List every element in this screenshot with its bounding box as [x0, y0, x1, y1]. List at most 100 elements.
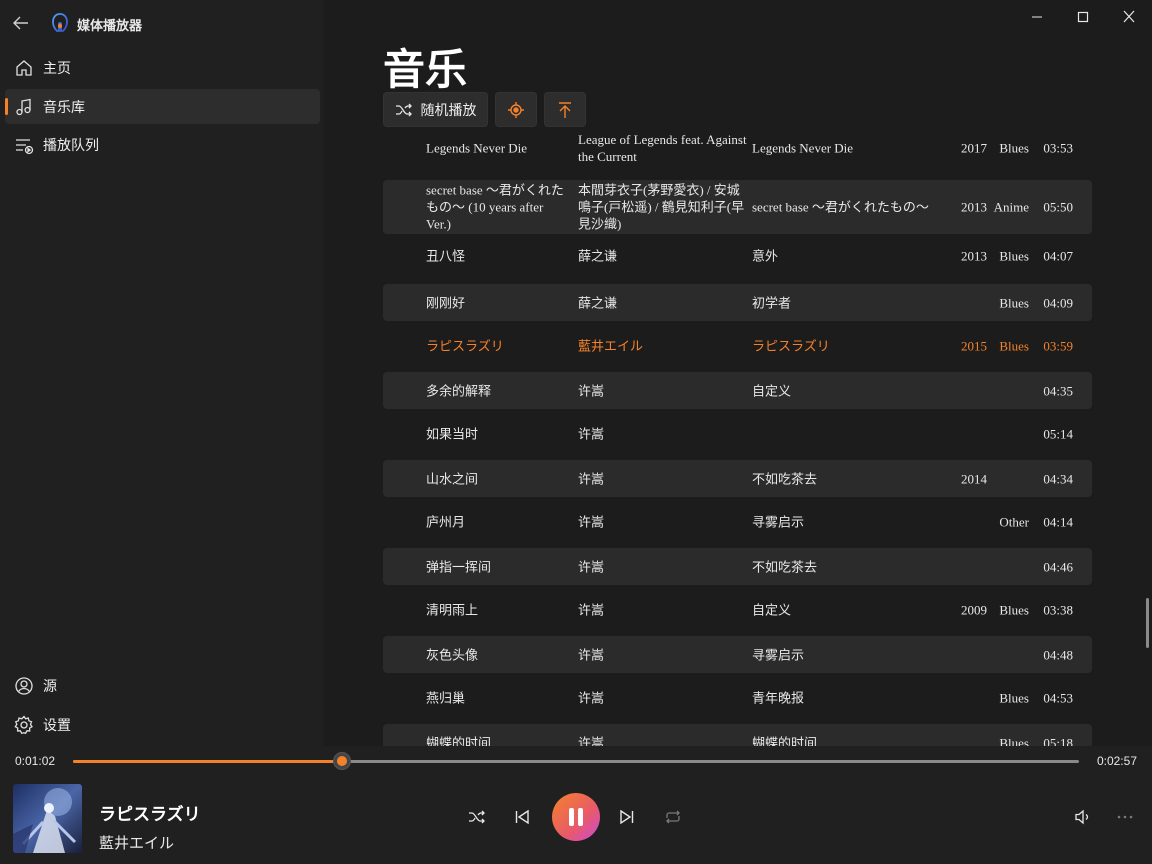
track-album: 寻雾启示 — [752, 514, 805, 530]
track-album: ラピスラズリ — [752, 338, 830, 354]
maximize-icon[interactable] — [1071, 6, 1095, 28]
scroll-to-top-button[interactable] — [544, 92, 586, 127]
repeat-icon — [666, 810, 680, 824]
target-icon — [508, 101, 524, 118]
track-genre: Anime — [993, 199, 1029, 215]
track-album: 自定义 — [752, 602, 792, 618]
track-row[interactable]: 庐州月 许嵩 寻雾启示 Other 04:14 — [383, 504, 1092, 540]
track-row[interactable]: 如果当时 许嵩 05:14 — [383, 416, 1092, 452]
track-genre: Blues — [999, 690, 1029, 706]
shuffle-button[interactable] — [466, 807, 488, 827]
track-duration: 05:50 — [1043, 199, 1073, 215]
track-genre: Blues — [999, 140, 1029, 156]
track-artist: 本間芽衣子(茅野愛衣) / 安城鳴子(戸松遥) / 鶴見知利子(早見沙織) — [578, 182, 745, 232]
track-row[interactable]: 燕归巢 许嵩 青年晚报 Blues 04:53 — [383, 680, 1092, 716]
nav-item-settings[interactable]: 设置 — [5, 707, 320, 742]
track-artist: 许嵩 — [578, 735, 605, 746]
track-row[interactable]: ラピスラズリ 藍井エイル ラピスラズリ 2015 Blues 03:59 — [383, 328, 1092, 364]
track-duration: 03:53 — [1043, 140, 1073, 156]
album-cover[interactable] — [13, 784, 82, 853]
locate-current-button[interactable] — [495, 92, 537, 127]
track-year: 2015 — [961, 338, 987, 354]
album-art-image — [13, 784, 82, 853]
progress-fill — [73, 760, 342, 763]
track-album: 不如吃茶去 — [752, 559, 818, 574]
pause-icon — [569, 808, 583, 826]
next-button[interactable] — [616, 807, 638, 827]
nav-item-home[interactable]: 主页 — [5, 50, 320, 85]
track-album: 蝴蝶的时间 — [752, 735, 818, 746]
track-title: 刚刚好 — [426, 295, 466, 310]
track-row[interactable]: 山水之间 许嵩 不如吃茶去 2014 04:34 — [383, 460, 1092, 497]
more-options-button[interactable] — [1114, 807, 1136, 827]
track-duration: 04:48 — [1043, 647, 1073, 662]
skip-next-icon — [620, 809, 634, 825]
track-year: 2009 — [961, 602, 987, 618]
track-year: 2013 — [961, 199, 987, 215]
track-artist: 许嵩 — [578, 471, 605, 486]
track-album: Legends Never Die — [752, 140, 854, 156]
close-icon[interactable] — [1117, 6, 1141, 28]
track-row[interactable]: secret base ～君がくれたもの～ (10 years after Ve… — [383, 180, 1092, 234]
track-artist: 许嵩 — [578, 602, 605, 618]
track-year: 2013 — [961, 248, 987, 264]
track-row[interactable]: Legends Never Die League of Legends feat.… — [383, 131, 1092, 177]
track-album: 青年晚报 — [752, 690, 805, 706]
track-title: 山水之间 — [426, 471, 479, 486]
track-duration: 04:46 — [1043, 559, 1073, 574]
play-pause-button[interactable] — [552, 793, 600, 841]
now-playing-title[interactable]: ラピスラズリ — [99, 800, 201, 825]
track-duration: 05:14 — [1043, 426, 1073, 442]
active-indicator — [5, 98, 8, 115]
repeat-button[interactable] — [662, 807, 684, 827]
track-title: 如果当时 — [426, 426, 479, 442]
track-title: Legends Never Die — [426, 140, 528, 156]
track-album: 不如吃茶去 — [752, 471, 818, 486]
track-title: 丑八怪 — [426, 248, 466, 264]
volume-icon — [1075, 809, 1089, 825]
track-album: 自定义 — [752, 383, 792, 398]
track-row[interactable]: 灰色头像 许嵩 寻雾启示 04:48 — [383, 636, 1092, 673]
track-duration: 04:53 — [1043, 690, 1073, 706]
home-icon — [16, 59, 32, 76]
nav-item-sources[interactable]: 源 — [5, 668, 320, 703]
back-arrow-icon[interactable] — [10, 12, 32, 34]
track-row[interactable]: 刚刚好 薛之谦 初学者 Blues 04:09 — [383, 284, 1092, 321]
track-genre: Blues — [999, 602, 1029, 618]
track-duration: 03:38 — [1043, 602, 1073, 618]
track-title: secret base ～君がくれたもの～ (10 years after Ve… — [426, 182, 564, 232]
track-artist: 许嵩 — [578, 559, 605, 574]
track-row[interactable]: 清明雨上 许嵩 自定义 2009 Blues 03:38 — [383, 592, 1092, 628]
track-artist: League of Legends feat. Against the Curr… — [578, 132, 747, 164]
track-album: 初学者 — [752, 295, 792, 310]
track-list-scrollbar[interactable] — [1146, 598, 1149, 648]
minimize-icon[interactable] — [1025, 6, 1049, 28]
track-album: 寻雾启示 — [752, 647, 805, 662]
volume-button[interactable] — [1072, 807, 1094, 827]
now-playing-artist[interactable]: 藍井エイル — [99, 832, 174, 853]
track-duration: 04:09 — [1043, 295, 1073, 310]
app-logo-icon — [52, 13, 68, 32]
track-year: 2014 — [961, 471, 987, 486]
track-title: 燕归巢 — [426, 690, 466, 706]
nav-item-library[interactable]: 音乐库 — [5, 89, 320, 124]
sidebar: 媒体播放器 主页 音乐库 播放队列 源 设置 — [0, 0, 323, 746]
track-row[interactable]: 蝴蝶的时间 许嵩 蝴蝶的时间 Blues 05:18 — [383, 724, 1092, 746]
progress-slider[interactable] — [73, 752, 1079, 770]
track-title: 多余的解释 — [426, 383, 492, 398]
account-icon — [15, 676, 33, 695]
track-list[interactable]: Legends Never Die League of Legends feat.… — [383, 131, 1092, 746]
track-title: ラピスラズリ — [426, 338, 504, 354]
track-row[interactable]: 多余的解释 许嵩 自定义 04:35 — [383, 372, 1092, 409]
previous-button[interactable] — [511, 807, 533, 827]
track-title: 庐州月 — [426, 514, 466, 530]
shuffle-play-button[interactable]: 随机播放 — [383, 92, 488, 127]
nav-item-queue[interactable]: 播放队列 — [5, 127, 320, 162]
track-year: 2017 — [961, 140, 987, 156]
track-artist: 许嵩 — [578, 426, 605, 442]
track-row[interactable]: 弹指一挥间 许嵩 不如吃茶去 04:46 — [383, 548, 1092, 585]
track-row[interactable]: 丑八怪 薛之谦 意外 2013 Blues 04:07 — [383, 238, 1092, 274]
track-title: 灰色头像 — [426, 647, 479, 662]
progress-thumb[interactable] — [332, 752, 351, 770]
track-album: secret base ～君がくれたもの～ — [752, 199, 929, 215]
